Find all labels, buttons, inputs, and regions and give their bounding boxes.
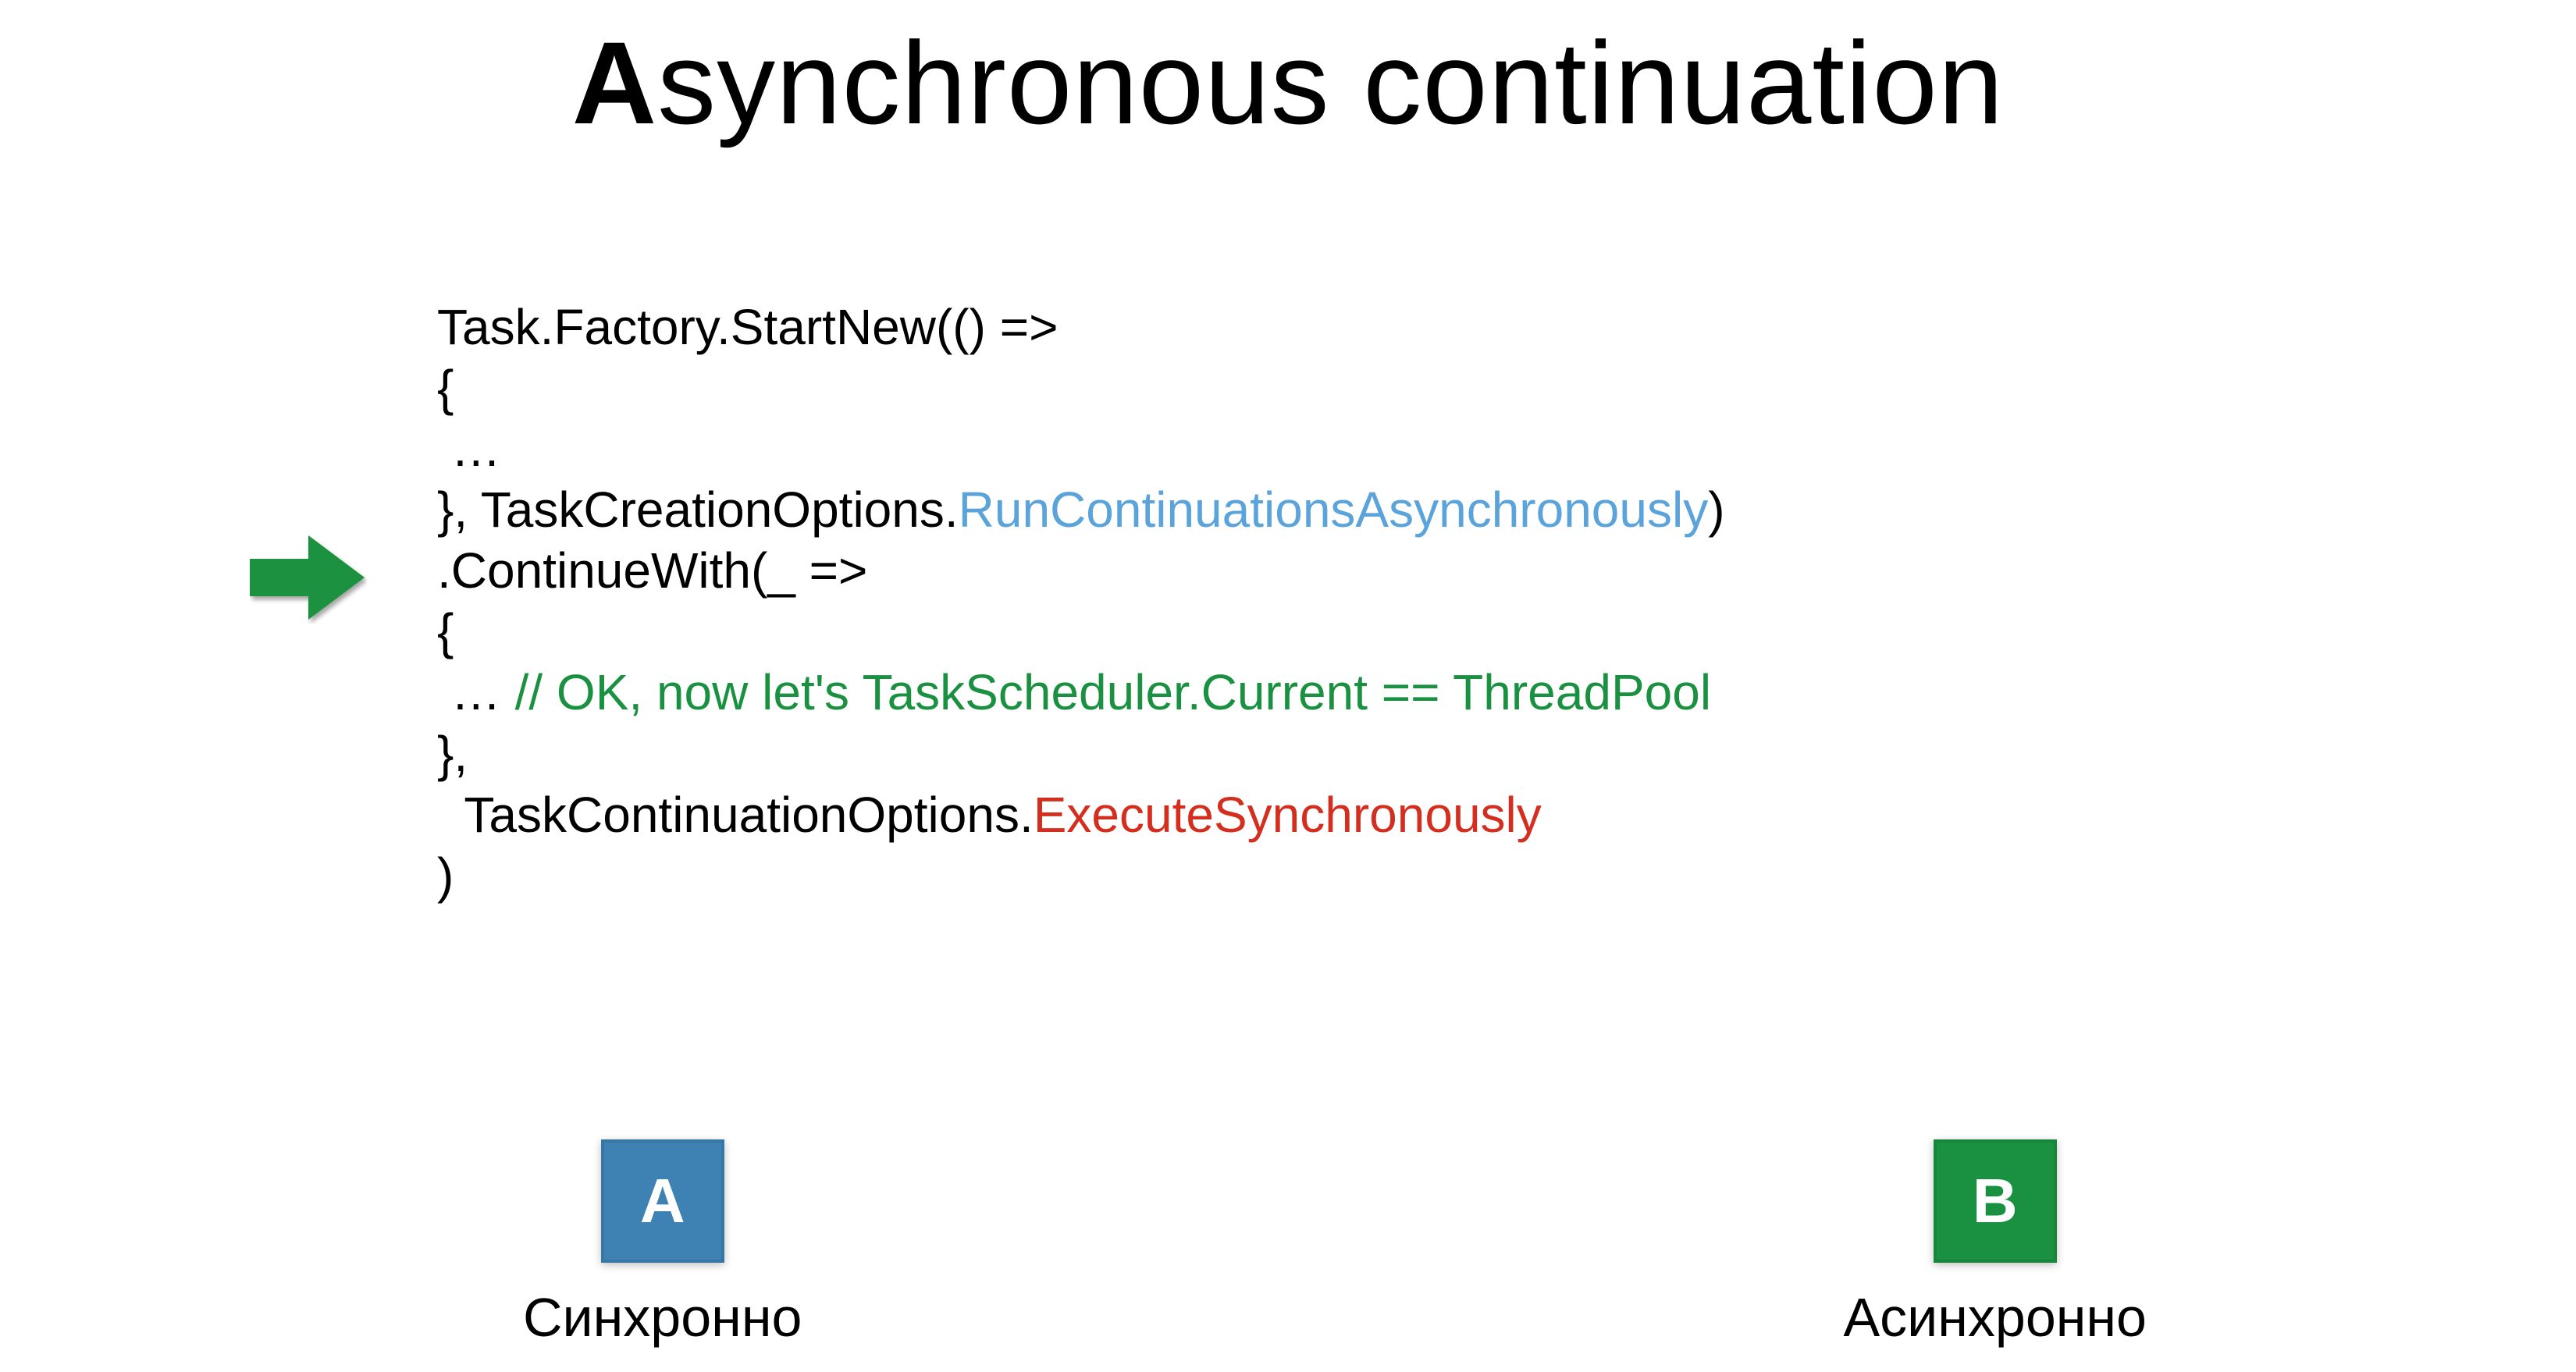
option-b-label: Асинхронно: [1843, 1286, 2147, 1349]
code-l9-red: ExecuteSynchronously: [1034, 787, 1542, 843]
option-a: A Синхронно: [523, 1139, 802, 1349]
code-l2: {: [437, 360, 454, 416]
slide-title: Asynchronous continuation: [0, 16, 2576, 151]
title-rest: synchronous continuation: [657, 17, 2004, 148]
slide: Asynchronous continuation Task.Factory.S…: [0, 0, 2576, 1372]
title-bold-initial: A: [572, 17, 657, 148]
option-a-label: Синхронно: [523, 1286, 802, 1349]
code-l10: ): [437, 848, 454, 904]
options-row: A Синхронно B Асинхронно: [0, 1139, 2576, 1349]
code-l8: },: [437, 726, 468, 782]
option-b-tile[interactable]: B: [1934, 1139, 2057, 1263]
code-l4-blue: RunContinuationsAsynchronously: [959, 482, 1709, 538]
code-l5: .ContinueWith(_ =>: [437, 542, 867, 599]
code-l4-pre: }, TaskCreationOptions.: [437, 482, 959, 538]
code-l1: Task.Factory.StartNew(() =>: [437, 299, 1058, 355]
option-a-tile[interactable]: A: [601, 1139, 724, 1263]
option-b: B Асинхронно: [1843, 1139, 2147, 1349]
code-block: Task.Factory.StartNew(() => { … }, TaskC…: [437, 297, 1725, 906]
code-l7-pre: …: [437, 664, 515, 720]
code-l3: …: [437, 421, 501, 477]
code-l7-green: // OK, now let's TaskScheduler.Current =…: [515, 664, 1711, 720]
code-l9-pre: TaskContinuationOptions.: [437, 787, 1034, 843]
code-l4-post: ): [1708, 482, 1724, 538]
arrow-right-icon: [250, 531, 367, 624]
code-l6: {: [437, 603, 454, 659]
